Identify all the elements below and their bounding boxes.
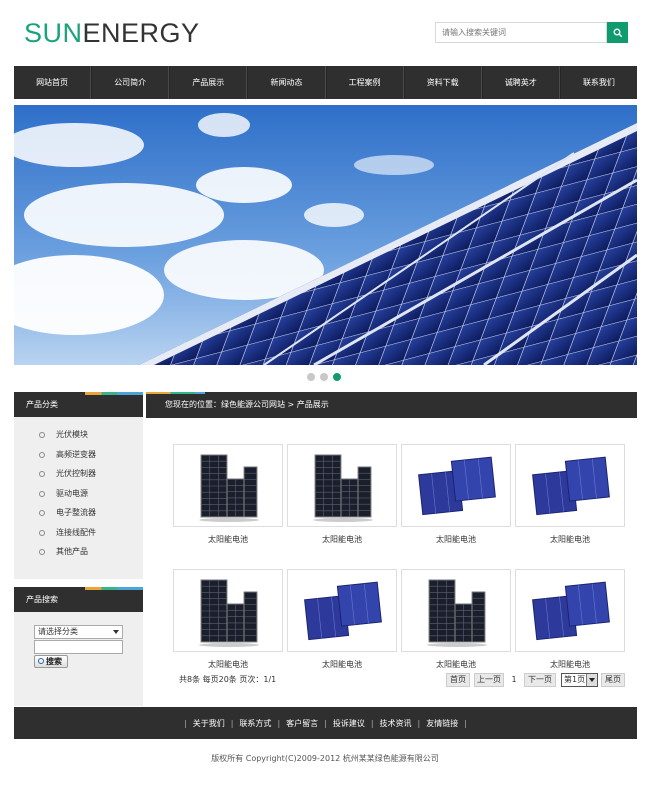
breadcrumb-home-link[interactable]: 绿色能源公司网站: [221, 400, 285, 409]
carousel-dot-3[interactable]: [333, 373, 341, 381]
product-name[interactable]: 太阳能电池: [287, 534, 397, 545]
bullet-icon: [39, 529, 45, 536]
product-grid: 太阳能电池 太阳能电池 太阳能电池 太阳能电池 太阳能电池 太阳能电池 太阳能电池 太阳能电池: [173, 444, 628, 670]
categories-panel: 光伏模块 高频逆变器 光伏控制器 驱动电源 电子整流器 连接线配件 其他产品: [14, 417, 143, 579]
solar-cell-image: [418, 456, 496, 515]
nav-cases[interactable]: 工程案例: [325, 66, 404, 99]
product-image[interactable]: [401, 569, 511, 652]
product-card[interactable]: 太阳能电池: [515, 569, 625, 670]
next-page-button[interactable]: 下一页: [524, 673, 556, 687]
nav-home[interactable]: 网站首页: [14, 66, 92, 99]
search-input[interactable]: [435, 22, 607, 43]
product-name[interactable]: 太阳能电池: [401, 659, 511, 670]
product-card[interactable]: 太阳能电池: [515, 444, 625, 545]
category-item[interactable]: 驱动电源: [14, 484, 143, 504]
product-image[interactable]: [515, 444, 625, 527]
nav-news[interactable]: 新闻动态: [247, 66, 326, 99]
product-image[interactable]: [287, 444, 397, 527]
category-select[interactable]: 请选择分类: [34, 625, 123, 639]
product-name[interactable]: 太阳能电池: [173, 534, 283, 545]
solar-panel-stack-image: [313, 454, 373, 522]
product-name[interactable]: 太阳能电池: [515, 659, 625, 670]
pagination-summary: 共8条 每页20条 页次：1/1: [179, 675, 277, 684]
carousel-dots: [307, 373, 341, 381]
product-search-button[interactable]: 搜索: [34, 655, 68, 668]
current-page-number[interactable]: 1: [508, 673, 520, 687]
site-logo[interactable]: SUNENERGY: [24, 16, 200, 50]
solar-cell-image: [532, 456, 610, 515]
category-item[interactable]: 光伏模块: [14, 425, 143, 445]
search-button[interactable]: [607, 22, 628, 43]
logo-energy: ENERGY: [82, 18, 200, 48]
logo-sun: SUN: [24, 18, 83, 48]
product-image[interactable]: [401, 444, 511, 527]
category-item[interactable]: 电子整流器: [14, 503, 143, 523]
product-keyword-input[interactable]: [34, 640, 123, 654]
product-image[interactable]: [515, 569, 625, 652]
solar-cell-image: [532, 581, 610, 640]
footer-link-friends[interactable]: 友情链接: [426, 718, 458, 729]
bullet-icon: [39, 432, 45, 438]
solar-panel-stack-image: [199, 579, 259, 647]
product-card[interactable]: 太阳能电池: [173, 444, 283, 545]
hero-banner: [14, 105, 637, 365]
product-card[interactable]: 太阳能电池: [401, 444, 511, 545]
product-name[interactable]: 太阳能电池: [515, 534, 625, 545]
page-select[interactable]: 第1页: [561, 673, 598, 687]
footer-link-about[interactable]: 关于我们: [193, 718, 225, 729]
footer-link-tech-news[interactable]: 技术资讯: [380, 718, 412, 729]
solar-panel-banner-image: [14, 105, 637, 365]
copyright: 版权所有 Copyright(C)2009-2012 杭州某某绿色能源有限公司: [211, 754, 439, 763]
carousel-dot-1[interactable]: [307, 373, 315, 381]
product-name[interactable]: 太阳能电池: [401, 534, 511, 545]
footer-link-guestbook[interactable]: 客户留言: [286, 718, 318, 729]
category-item[interactable]: 高频逆变器: [14, 445, 143, 465]
chevron-down-icon: [586, 674, 597, 686]
breadcrumb: 您现在的位置：绿色能源公司网站 > 产品展示: [146, 392, 637, 418]
search-icon: [613, 28, 622, 37]
product-card[interactable]: 太阳能电池: [287, 444, 397, 545]
carousel-dot-2[interactable]: [320, 373, 328, 381]
product-search-heading: 产品搜索: [14, 587, 143, 612]
product-card[interactable]: 太阳能电池: [401, 569, 511, 670]
bullet-icon: [39, 451, 45, 458]
category-item[interactable]: 其他产品: [14, 542, 143, 562]
product-name[interactable]: 太阳能电池: [287, 659, 397, 670]
first-page-button[interactable]: 首页: [446, 673, 470, 687]
categories-heading: 产品分类: [14, 392, 143, 417]
bullet-icon: [39, 490, 45, 497]
footer-links: | 关于我们 | 联系方式 | 客户留言 | 投诉建议 | 技术资讯 | 友情链…: [14, 707, 637, 739]
main-nav: 网站首页 公司简介 产品展示 新闻动态 工程案例 资料下载 诚聘英才 联系我们: [14, 66, 637, 99]
last-page-button[interactable]: 尾页: [601, 673, 625, 687]
product-image[interactable]: [173, 569, 283, 652]
bullet-icon: [39, 471, 45, 477]
product-card[interactable]: 太阳能电池: [287, 569, 397, 670]
product-name[interactable]: 太阳能电池: [173, 659, 283, 670]
nav-jobs[interactable]: 诚聘英才: [481, 66, 560, 99]
category-item[interactable]: 光伏控制器: [14, 464, 143, 484]
nav-products[interactable]: 产品展示: [169, 66, 248, 99]
nav-about[interactable]: 公司简介: [91, 66, 170, 99]
magnifier-icon: [38, 658, 44, 664]
solar-panel-stack-image: [199, 454, 259, 522]
solar-cell-image: [304, 581, 382, 640]
solar-panel-stack-image: [427, 579, 487, 647]
footer-link-complaints[interactable]: 投诉建议: [333, 718, 365, 729]
product-image[interactable]: [287, 569, 397, 652]
nav-contact[interactable]: 联系我们: [559, 66, 637, 99]
category-item[interactable]: 连接线配件: [14, 523, 143, 543]
bullet-icon: [39, 549, 45, 555]
bullet-icon: [39, 510, 45, 516]
product-image[interactable]: [173, 444, 283, 527]
chevron-down-icon: [113, 630, 119, 634]
nav-downloads[interactable]: 资料下载: [403, 66, 482, 99]
footer-link-contact[interactable]: 联系方式: [239, 718, 271, 729]
prev-page-button[interactable]: 上一页: [474, 673, 504, 687]
category-list: 光伏模块 高频逆变器 光伏控制器 驱动电源 电子整流器 连接线配件 其他产品: [14, 417, 143, 562]
product-card[interactable]: 太阳能电池: [173, 569, 283, 670]
